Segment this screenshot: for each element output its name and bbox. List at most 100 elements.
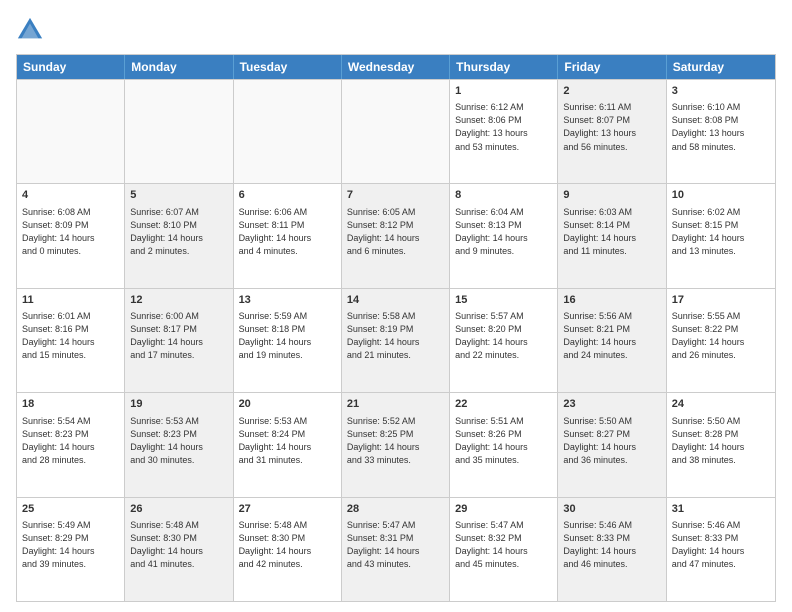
cal-cell-19: 19 Sunrise: 5:53 AM Sunset: 8:23 PM Dayli… — [125, 393, 233, 496]
cal-cell-25: 25 Sunrise: 5:49 AM Sunset: 8:29 PM Dayli… — [17, 498, 125, 601]
cell-text: Sunrise: 6:02 AM Sunset: 8:15 PM Dayligh… — [672, 206, 770, 258]
cal-cell-empty-2 — [234, 80, 342, 183]
day-number: 27 — [239, 502, 336, 517]
cal-cell-9: 9 Sunrise: 6:03 AM Sunset: 8:14 PM Daylig… — [558, 184, 666, 287]
day-number: 26 — [130, 502, 227, 517]
header — [16, 16, 776, 44]
cell-text: Sunrise: 5:50 AM Sunset: 8:28 PM Dayligh… — [672, 415, 770, 467]
cell-text: Sunrise: 6:00 AM Sunset: 8:17 PM Dayligh… — [130, 310, 227, 362]
cell-text: Sunrise: 5:51 AM Sunset: 8:26 PM Dayligh… — [455, 415, 552, 467]
cell-text: Sunrise: 6:11 AM Sunset: 8:07 PM Dayligh… — [563, 101, 660, 153]
cal-row-1: 4 Sunrise: 6:08 AM Sunset: 8:09 PM Daylig… — [17, 183, 775, 287]
day-number: 11 — [22, 293, 119, 308]
calendar-body: 1 Sunrise: 6:12 AM Sunset: 8:06 PM Daylig… — [17, 79, 775, 601]
day-number: 5 — [130, 188, 227, 203]
cell-text: Sunrise: 6:04 AM Sunset: 8:13 PM Dayligh… — [455, 206, 552, 258]
cal-cell-29: 29 Sunrise: 5:47 AM Sunset: 8:32 PM Dayli… — [450, 498, 558, 601]
day-number: 19 — [130, 397, 227, 412]
cell-text: Sunrise: 5:55 AM Sunset: 8:22 PM Dayligh… — [672, 310, 770, 362]
day-number: 25 — [22, 502, 119, 517]
cell-text: Sunrise: 6:01 AM Sunset: 8:16 PM Dayligh… — [22, 310, 119, 362]
cal-cell-26: 26 Sunrise: 5:48 AM Sunset: 8:30 PM Dayli… — [125, 498, 233, 601]
cell-text: Sunrise: 5:53 AM Sunset: 8:24 PM Dayligh… — [239, 415, 336, 467]
cell-text: Sunrise: 5:46 AM Sunset: 8:33 PM Dayligh… — [563, 519, 660, 571]
day-number: 6 — [239, 188, 336, 203]
day-number: 21 — [347, 397, 444, 412]
day-number: 22 — [455, 397, 552, 412]
cell-text: Sunrise: 5:54 AM Sunset: 8:23 PM Dayligh… — [22, 415, 119, 467]
cell-text: Sunrise: 6:03 AM Sunset: 8:14 PM Dayligh… — [563, 206, 660, 258]
day-number: 2 — [563, 84, 660, 99]
cal-cell-empty-1 — [125, 80, 233, 183]
cell-text: Sunrise: 5:53 AM Sunset: 8:23 PM Dayligh… — [130, 415, 227, 467]
cal-row-0: 1 Sunrise: 6:12 AM Sunset: 8:06 PM Daylig… — [17, 79, 775, 183]
cal-cell-28: 28Sunrise: 5:47 AM Sunset: 8:31 PM Dayli… — [342, 498, 450, 601]
cal-cell-31: 31Sunrise: 5:46 AM Sunset: 8:33 PM Dayli… — [667, 498, 775, 601]
cal-cell-11: 11 Sunrise: 6:01 AM Sunset: 8:16 PM Dayli… — [17, 289, 125, 392]
cal-cell-5: 5 Sunrise: 6:07 AM Sunset: 8:10 PM Daylig… — [125, 184, 233, 287]
day-number: 17 — [672, 293, 770, 308]
cal-cell-6: 6Sunrise: 6:06 AM Sunset: 8:11 PM Daylig… — [234, 184, 342, 287]
cal-cell-12: 12 Sunrise: 6:00 AM Sunset: 8:17 PM Dayli… — [125, 289, 233, 392]
cell-text: Sunrise: 6:10 AM Sunset: 8:08 PM Dayligh… — [672, 101, 770, 153]
day-number: 4 — [22, 188, 119, 203]
cell-text: Sunrise: 5:47 AM Sunset: 8:32 PM Dayligh… — [455, 519, 552, 571]
cell-text: Sunrise: 5:48 AM Sunset: 8:30 PM Dayligh… — [130, 519, 227, 571]
cell-text: Sunrise: 5:56 AM Sunset: 8:21 PM Dayligh… — [563, 310, 660, 362]
day-number: 15 — [455, 293, 552, 308]
day-number: 12 — [130, 293, 227, 308]
cal-cell-3: 3 Sunrise: 6:10 AM Sunset: 8:08 PM Daylig… — [667, 80, 775, 183]
day-number: 29 — [455, 502, 552, 517]
cell-text: Sunrise: 6:08 AM Sunset: 8:09 PM Dayligh… — [22, 206, 119, 258]
cal-cell-10: 10 Sunrise: 6:02 AM Sunset: 8:15 PM Dayli… — [667, 184, 775, 287]
cal-cell-18: 18Sunrise: 5:54 AM Sunset: 8:23 PM Dayli… — [17, 393, 125, 496]
cell-text: Sunrise: 5:57 AM Sunset: 8:20 PM Dayligh… — [455, 310, 552, 362]
day-number: 7 — [347, 188, 444, 203]
cal-cell-empty-3 — [342, 80, 450, 183]
cell-text: Sunrise: 6:12 AM Sunset: 8:06 PM Dayligh… — [455, 101, 552, 153]
cal-header-thursday: Thursday — [450, 55, 558, 79]
day-number: 31 — [672, 502, 770, 517]
cell-text: Sunrise: 5:58 AM Sunset: 8:19 PM Dayligh… — [347, 310, 444, 362]
cal-cell-8: 8 Sunrise: 6:04 AM Sunset: 8:13 PM Daylig… — [450, 184, 558, 287]
cell-text: Sunrise: 5:48 AM Sunset: 8:30 PM Dayligh… — [239, 519, 336, 571]
day-number: 14 — [347, 293, 444, 308]
day-number: 23 — [563, 397, 660, 412]
cell-text: Sunrise: 5:49 AM Sunset: 8:29 PM Dayligh… — [22, 519, 119, 571]
cal-cell-16: 16 Sunrise: 5:56 AM Sunset: 8:21 PM Dayli… — [558, 289, 666, 392]
cal-row-3: 18Sunrise: 5:54 AM Sunset: 8:23 PM Dayli… — [17, 392, 775, 496]
cal-header-saturday: Saturday — [667, 55, 775, 79]
cell-text: Sunrise: 5:52 AM Sunset: 8:25 PM Dayligh… — [347, 415, 444, 467]
cal-header-sunday: Sunday — [17, 55, 125, 79]
cal-cell-7: 7 Sunrise: 6:05 AM Sunset: 8:12 PM Daylig… — [342, 184, 450, 287]
cal-header-wednesday: Wednesday — [342, 55, 450, 79]
cal-row-2: 11 Sunrise: 6:01 AM Sunset: 8:16 PM Dayli… — [17, 288, 775, 392]
cal-header-monday: Monday — [125, 55, 233, 79]
logo — [16, 16, 48, 44]
day-number: 3 — [672, 84, 770, 99]
cal-cell-4: 4 Sunrise: 6:08 AM Sunset: 8:09 PM Daylig… — [17, 184, 125, 287]
day-number: 9 — [563, 188, 660, 203]
cal-cell-21: 21 Sunrise: 5:52 AM Sunset: 8:25 PM Dayli… — [342, 393, 450, 496]
calendar: SundayMondayTuesdayWednesdayThursdayFrid… — [16, 54, 776, 602]
cal-cell-30: 30Sunrise: 5:46 AM Sunset: 8:33 PM Dayli… — [558, 498, 666, 601]
day-number: 1 — [455, 84, 552, 99]
cal-cell-empty-0 — [17, 80, 125, 183]
cal-cell-1: 1 Sunrise: 6:12 AM Sunset: 8:06 PM Daylig… — [450, 80, 558, 183]
cal-cell-27: 27 Sunrise: 5:48 AM Sunset: 8:30 PM Dayli… — [234, 498, 342, 601]
logo-icon — [16, 16, 44, 44]
day-number: 20 — [239, 397, 336, 412]
cell-text: Sunrise: 6:07 AM Sunset: 8:10 PM Dayligh… — [130, 206, 227, 258]
cell-text: Sunrise: 5:50 AM Sunset: 8:27 PM Dayligh… — [563, 415, 660, 467]
day-number: 24 — [672, 397, 770, 412]
cal-cell-20: 20 Sunrise: 5:53 AM Sunset: 8:24 PM Dayli… — [234, 393, 342, 496]
cal-cell-22: 22 Sunrise: 5:51 AM Sunset: 8:26 PM Dayli… — [450, 393, 558, 496]
day-number: 10 — [672, 188, 770, 203]
page: SundayMondayTuesdayWednesdayThursdayFrid… — [0, 0, 792, 612]
cal-header-friday: Friday — [558, 55, 666, 79]
cal-cell-15: 15 Sunrise: 5:57 AM Sunset: 8:20 PM Dayli… — [450, 289, 558, 392]
cell-text: Sunrise: 6:05 AM Sunset: 8:12 PM Dayligh… — [347, 206, 444, 258]
day-number: 8 — [455, 188, 552, 203]
cal-header-tuesday: Tuesday — [234, 55, 342, 79]
day-number: 16 — [563, 293, 660, 308]
